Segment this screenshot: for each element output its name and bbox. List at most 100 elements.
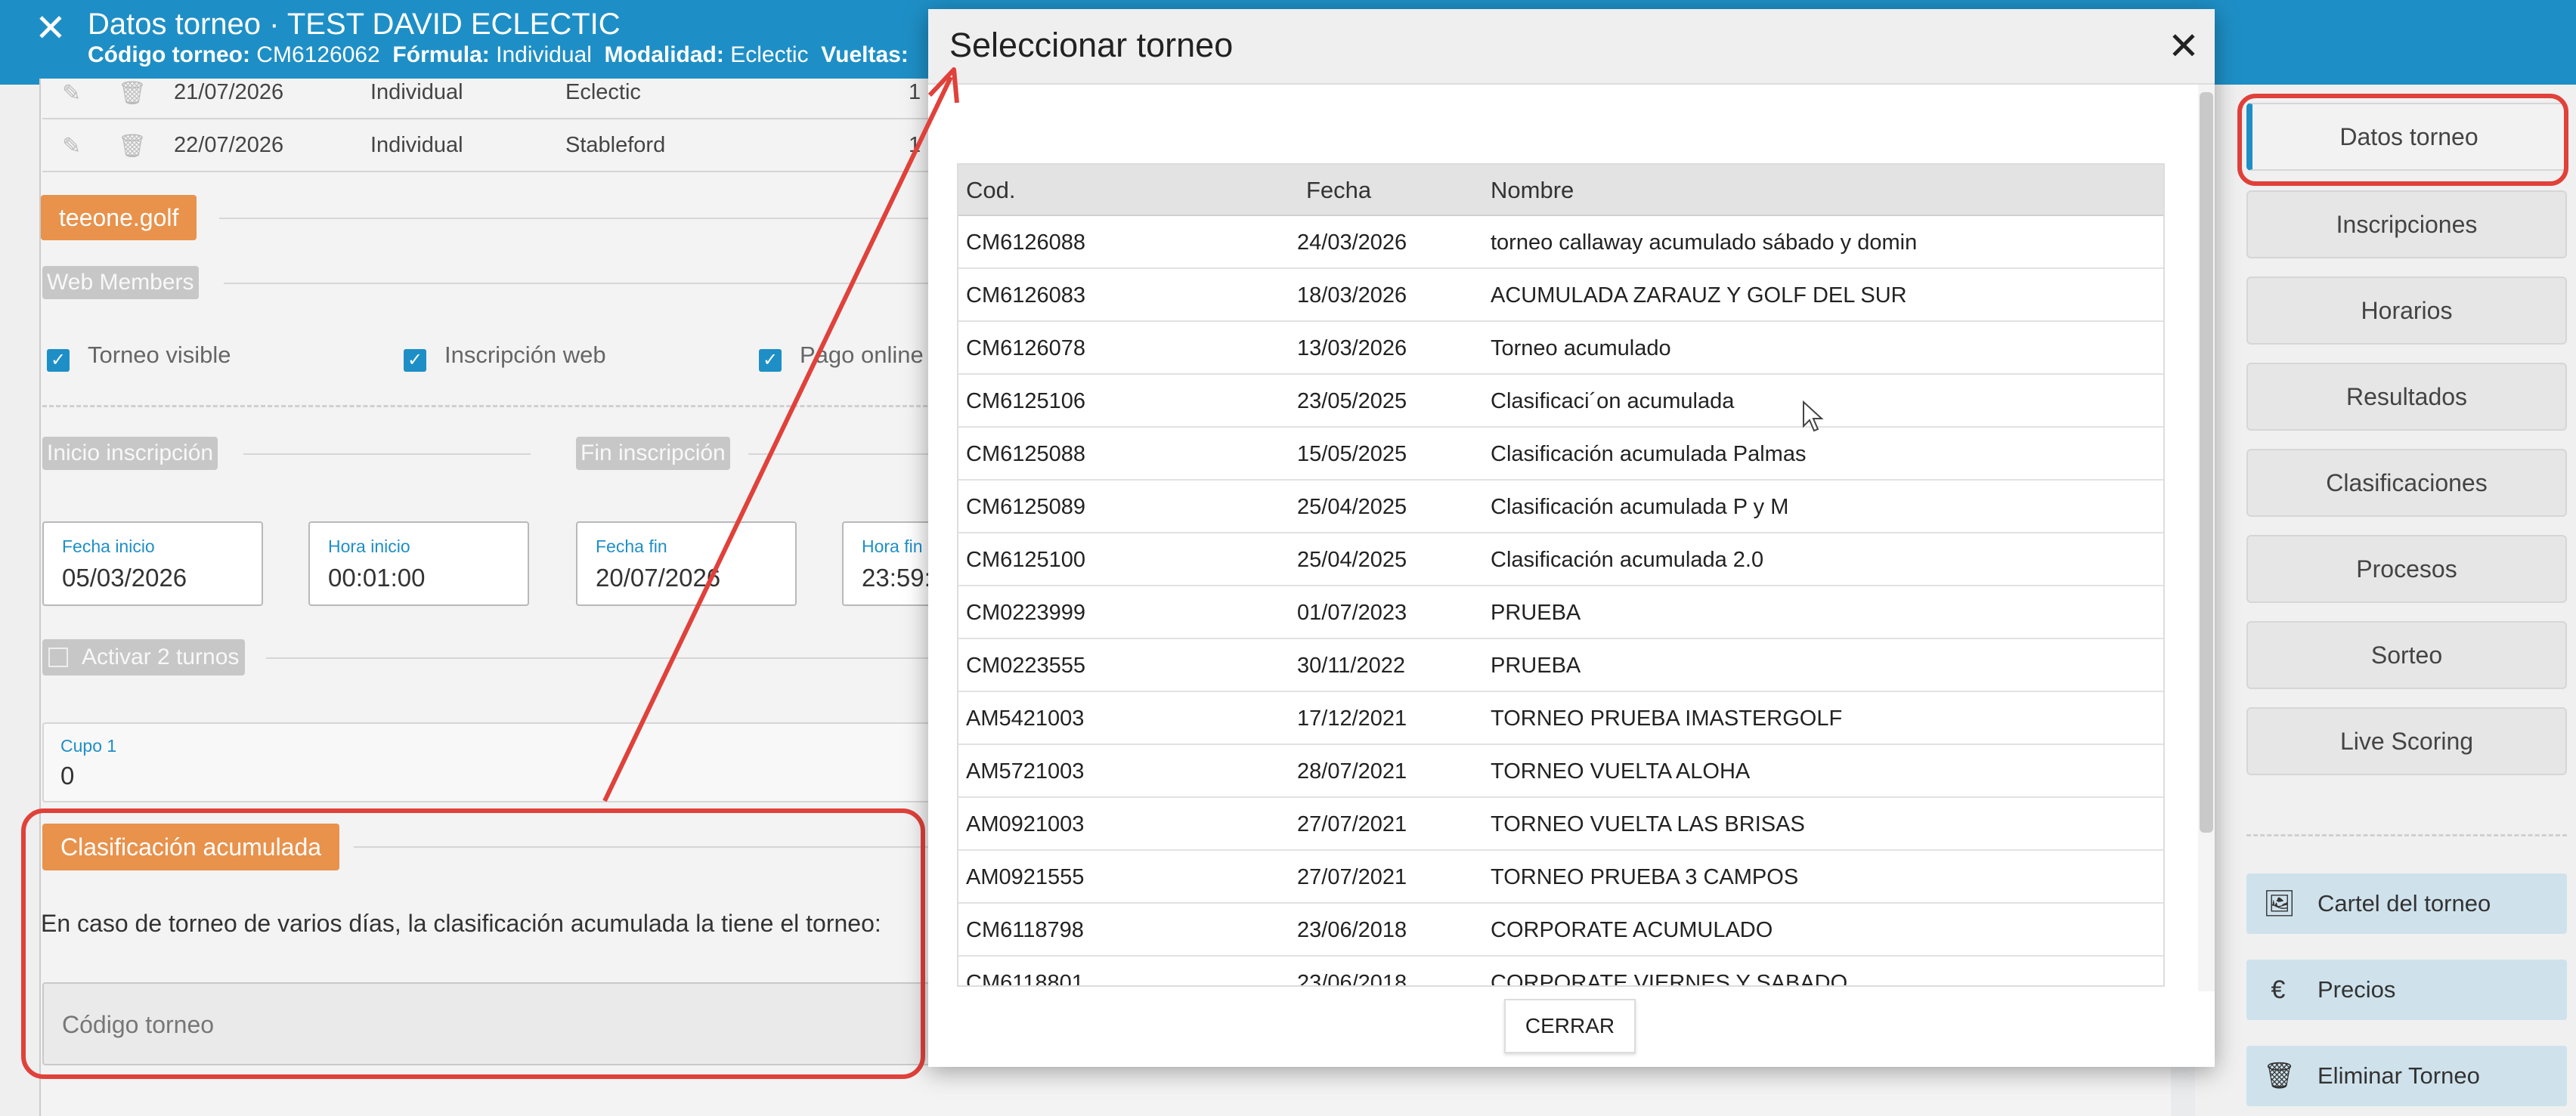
close-icon[interactable]: ✕ <box>2168 24 2200 68</box>
round-type: Individual <box>370 80 463 104</box>
sidebar-item-inscripciones[interactable]: Inscripciones <box>2246 190 2567 258</box>
round-mode: Stableford <box>565 133 666 157</box>
table-row[interactable]: CM6125106 23/05/2025 Clasificaci´on acumul… <box>958 375 2163 428</box>
table-row[interactable]: CM6126078 13/03/2026 Torneo acumulado <box>958 322 2163 375</box>
cell-nombre: Clasificación acumulada 2.0 <box>1491 548 1764 572</box>
field-label: Fecha inicio <box>62 536 155 556</box>
table-row[interactable]: CM6118798 23/06/2018 CORPORATE ACUMULADO <box>958 904 2163 957</box>
trash-icon[interactable]: 🗑 <box>118 80 147 107</box>
cell-fecha: 23/06/2018 <box>1297 918 1407 942</box>
page-title: Datos torneo · TEST DAVID ECLECTIC <box>88 8 621 41</box>
codigo-label: Código torneo: <box>88 42 250 67</box>
check-icon: ✓ <box>47 349 70 372</box>
checkbox-pago-online[interactable]: ✓ Pago online <box>759 342 924 372</box>
table-row[interactable]: CM6118801 23/06/2018 CORPORATE VIERNES Y S… <box>958 957 2163 987</box>
cell-cod: CM0223999 <box>966 601 1085 625</box>
section-fin-inscripcion: Fin inscripción <box>576 437 730 470</box>
cell-cod: AM5421003 <box>966 706 1085 731</box>
cell-cod: CM6126078 <box>966 336 1085 360</box>
codigo-value: CM6126062 <box>256 42 380 67</box>
round-type: Individual <box>370 133 463 157</box>
cell-cod: CM0223555 <box>966 654 1085 678</box>
modalidad-value: Eclectic <box>730 42 809 67</box>
sidebar-item-clasificaciones[interactable]: Clasificaciones <box>2246 449 2567 517</box>
field-value: 20/07/2026 <box>596 564 721 592</box>
cell-nombre: TORNEO VUELTA LAS BRISAS <box>1491 812 1805 836</box>
column-header-cod: Cod. <box>966 177 1016 203</box>
table-row[interactable]: CM0223555 30/11/2022 PRUEBA <box>958 639 2163 692</box>
sidebar-item-live-scoring[interactable]: Live Scoring <box>2246 707 2567 775</box>
table-row: ✎ 🗑 22/07/2026 Individual Stableford 1 <box>42 119 949 172</box>
column-header-fecha: Fecha <box>1306 177 1372 203</box>
cell-fecha: 17/12/2021 <box>1297 706 1407 731</box>
round-mode: Eclectic <box>565 80 641 104</box>
section-web-members: Web Members <box>42 266 199 299</box>
section-teeone: teeone.golf <box>41 195 197 240</box>
table-row[interactable]: CM6126088 24/03/2026 torneo callaway acumu… <box>958 216 2163 269</box>
round-extra: 1 <box>909 133 921 157</box>
cell-nombre: Clasificación acumulada P y M <box>1491 495 1789 519</box>
table-row[interactable]: AM5721003 28/07/2021 TORNEO VUELTA ALOHA <box>958 745 2163 798</box>
precios-button[interactable]: € Precios <box>2246 960 2567 1020</box>
cell-cod: AM0921555 <box>966 865 1085 889</box>
check-icon: ✓ <box>404 349 426 372</box>
euro-icon: € <box>2271 975 2286 1004</box>
sidebar-item-resultados[interactable]: Resultados <box>2246 363 2567 431</box>
cell-nombre: PRUEBA <box>1491 601 1581 625</box>
hora-inicio-field[interactable]: Hora inicio 00:01:00 <box>308 521 529 606</box>
table-row[interactable]: CM6125100 25/04/2025 Clasificación acumula… <box>958 533 2163 586</box>
annotation-highlight-box <box>21 808 925 1079</box>
cerrar-button[interactable]: CERRAR <box>1504 999 1636 1053</box>
sidebar-item-procesos[interactable]: Procesos <box>2246 535 2567 603</box>
cartel-del-torneo-button[interactable]: 🖼 Cartel del torneo <box>2246 873 2567 934</box>
scrollbar-thumb[interactable] <box>2200 92 2213 833</box>
table-row[interactable]: AM0921555 27/07/2021 TORNEO PRUEBA 3 CAMPO… <box>958 851 2163 904</box>
cell-nombre: ACUMULADA ZARAUZ Y GOLF DEL SUR <box>1491 283 1907 308</box>
eliminar-torneo-button[interactable]: 🗑 Eliminar Torneo <box>2246 1046 2567 1106</box>
cell-fecha: 25/04/2025 <box>1297 548 1407 572</box>
fecha-fin-field[interactable]: Fecha fin 20/07/2026 <box>576 521 797 606</box>
cupo-field[interactable]: Cupo 1 0 <box>42 722 934 802</box>
cell-fecha: 23/05/2025 <box>1297 389 1407 413</box>
cell-nombre: Clasificación acumulada Palmas <box>1491 442 1807 466</box>
checkbox-label: Inscripción web <box>444 342 606 368</box>
table-row[interactable]: CM6125088 15/05/2025 Clasificación acumula… <box>958 428 2163 481</box>
divider <box>42 405 934 407</box>
field-value: 00:01:00 <box>328 564 426 592</box>
table-row[interactable]: CM0223999 01/07/2023 PRUEBA <box>958 586 2163 639</box>
close-icon[interactable]: ✕ <box>35 6 67 50</box>
activar-2-turnos-checkbox[interactable]: Activar 2 turnos <box>42 639 246 675</box>
table-header: Cod. Fecha Nombre <box>958 165 2163 216</box>
field-value: 0 <box>60 762 75 790</box>
checkbox-box <box>48 648 68 667</box>
table-row[interactable]: AM5421003 17/12/2021 TORNEO PRUEBA IMASTER… <box>958 692 2163 745</box>
round-date: 21/07/2026 <box>174 80 284 104</box>
checkbox-torneo-visible[interactable]: ✓ Torneo visible <box>47 342 231 372</box>
checkbox-inscripcion-web[interactable]: ✓ Inscripción web <box>404 342 606 372</box>
scrollbar[interactable] <box>2198 85 2215 991</box>
cell-nombre: torneo callaway acumulado sábado y domin <box>1491 230 1918 255</box>
button-label: Cartel del torneo <box>2317 890 2491 917</box>
field-value: 23:59: <box>862 564 931 592</box>
sidebar-item-horarios[interactable]: Horarios <box>2246 277 2567 345</box>
table-row[interactable]: AM0921003 27/07/2021 TORNEO VUELTA LAS BRI… <box>958 798 2163 851</box>
edit-icon[interactable]: ✎ <box>62 133 81 159</box>
cell-fecha: 01/07/2023 <box>1297 601 1407 625</box>
table-row[interactable]: CM6125089 25/04/2025 Clasificación acumula… <box>958 481 2163 533</box>
edit-icon[interactable]: ✎ <box>62 80 81 107</box>
divider <box>266 657 931 659</box>
cell-nombre: Torneo acumulado <box>1491 336 1671 360</box>
checkbox-label: Pago online <box>800 342 924 368</box>
field-label: Hora fin <box>862 536 923 556</box>
fecha-inicio-field[interactable]: Fecha inicio 05/03/2026 <box>42 521 263 606</box>
table-row[interactable]: CM6126083 18/03/2026 ACUMULADA ZARAUZ Y GO… <box>958 269 2163 322</box>
trash-icon[interactable]: 🗑 <box>118 133 147 159</box>
select-tournament-modal: Seleccionar torneo ✕ Cod. Fecha Nombre C… <box>928 9 2215 1067</box>
cell-cod: CM6125088 <box>966 442 1085 466</box>
cell-fecha: 30/11/2022 <box>1297 654 1405 678</box>
table-row: ✎ 🗑 21/07/2026 Individual Eclectic 1 <box>42 66 949 119</box>
sidebar-item-sorteo[interactable]: Sorteo <box>2246 621 2567 689</box>
cell-fecha: 25/04/2025 <box>1297 495 1407 519</box>
cell-cod: CM6118801 <box>966 971 1084 987</box>
cell-fecha: 15/05/2025 <box>1297 442 1407 466</box>
